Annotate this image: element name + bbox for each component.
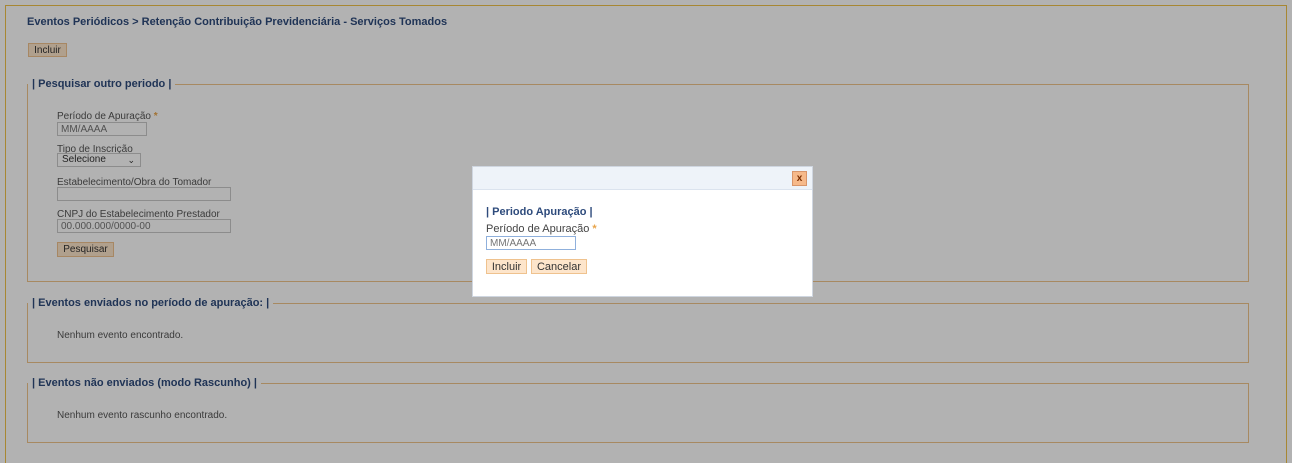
dialog-cancelar-button[interactable]: Cancelar [531, 259, 587, 274]
periodo-apuracao-dialog: x | Periodo Apuração | Período de Apuraç… [472, 166, 813, 297]
close-icon[interactable]: x [792, 171, 807, 186]
dialog-title: | Periodo Apuração | [486, 206, 593, 218]
dialog-periodo-input[interactable] [486, 236, 576, 250]
dialog-incluir-button[interactable]: Incluir [486, 259, 527, 274]
dialog-periodo-label: Período de Apuração * [486, 223, 597, 235]
dialog-header: x [473, 167, 812, 190]
required-mark: * [592, 223, 597, 235]
